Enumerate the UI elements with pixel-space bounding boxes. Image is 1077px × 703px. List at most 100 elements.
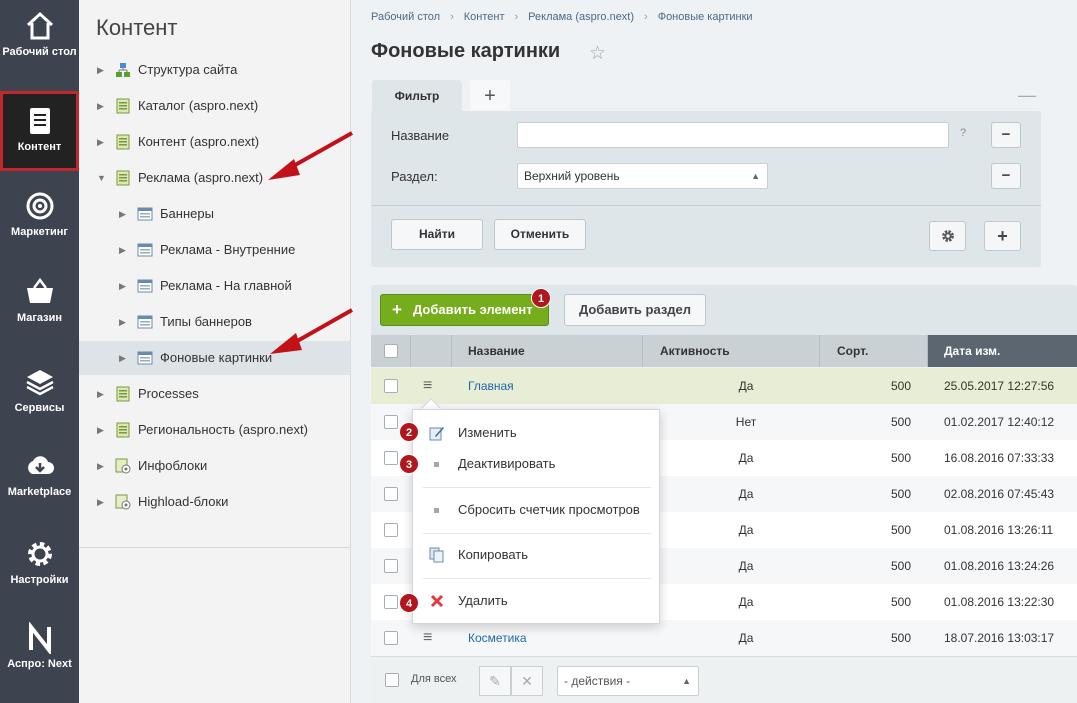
add-filter-tab-button[interactable]: +: [470, 80, 510, 112]
find-button[interactable]: Найти: [391, 219, 483, 250]
table-row[interactable]: ≡ Главная Да 500 25.05.2017 12:27:56: [371, 368, 1077, 404]
tree-item-label: Реклама - Внутренние: [160, 242, 296, 257]
chevron-down-icon[interactable]: ▼: [97, 161, 106, 195]
add-element-button[interactable]: + Добавить элемент: [380, 294, 549, 326]
row-date: 25.05.2017 12:27:56: [944, 379, 1055, 393]
delete-selected-button[interactable]: ✕: [511, 666, 543, 696]
tree-item[interactable]: ▶ Фоновые картинки: [79, 341, 350, 375]
menu-item-edit-label: Изменить: [458, 425, 517, 440]
tree-item[interactable]: ▶ Контент (aspro.next): [79, 125, 350, 159]
chevron-right-icon[interactable]: ▶: [97, 449, 104, 483]
cancel-button[interactable]: Отменить: [494, 219, 586, 250]
tree-item[interactable]: ▶ Реклама - Внутренние: [79, 233, 350, 267]
column-header-name[interactable]: Название: [452, 335, 643, 367]
row-checkbox[interactable]: [384, 631, 398, 645]
step-badge: 2: [399, 422, 419, 442]
tree-item[interactable]: ▶ Типы баннеров: [79, 305, 350, 339]
table-row[interactable]: ≡ Косметика Да 500 18.07.2016 13:03:17: [371, 620, 1077, 656]
filter-settings-button[interactable]: [929, 221, 966, 251]
chevron-right-icon[interactable]: ▶: [119, 269, 126, 303]
edit-selected-button[interactable]: ✎: [479, 666, 511, 696]
breadcrumb-item[interactable]: Фоновые картинки: [658, 11, 753, 23]
minimize-filter-icon[interactable]: —: [1018, 85, 1036, 106]
tree-item[interactable]: ▶ Баннеры: [79, 197, 350, 231]
tree-item[interactable]: ▶ Каталог (aspro.next): [79, 89, 350, 123]
row-date: 01.08.2016 13:24:26: [944, 559, 1055, 573]
name-filter-input[interactable]: [517, 122, 949, 148]
chevron-right-icon[interactable]: ▶: [119, 341, 126, 375]
row-checkbox[interactable]: [384, 595, 398, 609]
nav-services[interactable]: Сервисы: [0, 366, 79, 426]
select-all-checkbox[interactable]: [384, 344, 398, 358]
chevron-right-icon[interactable]: ▶: [119, 233, 126, 267]
remove-section-filter-button[interactable]: −: [991, 163, 1021, 189]
tree-item[interactable]: ▶ Highload-блоки: [79, 485, 350, 519]
breadcrumb-item[interactable]: Реклама (aspro.next): [528, 11, 634, 23]
group-actions-select[interactable]: - действия - ▲: [557, 666, 699, 696]
nav-aspro-next[interactable]: Аспро: Next: [0, 622, 79, 682]
section-filter-select[interactable]: Верхний уровень ▲: [517, 163, 768, 189]
row-checkbox[interactable]: [384, 451, 398, 465]
menu-item-edit[interactable]: Изменить: [413, 419, 661, 447]
tree-item-label: Контент (aspro.next): [138, 134, 260, 149]
tab-filter[interactable]: Фильтр: [372, 80, 462, 112]
row-checkbox[interactable]: [384, 559, 398, 573]
row-activity: Да: [738, 451, 754, 465]
menu-divider: [423, 487, 651, 488]
help-icon[interactable]: ?: [960, 127, 966, 139]
document-icon: [29, 108, 50, 134]
pencil-icon: ✎: [489, 673, 501, 689]
breadcrumb-item[interactable]: Контент: [464, 11, 505, 23]
row-name-link[interactable]: Косметика: [468, 620, 527, 656]
menu-item-reset-label: Сбросить счетчик просмотров: [458, 502, 640, 517]
chevron-right-icon[interactable]: ▶: [97, 53, 104, 87]
nav-desktop[interactable]: Рабочий стол: [0, 10, 79, 80]
breadcrumb-item[interactable]: Рабочий стол: [371, 11, 440, 23]
chevron-right-icon[interactable]: ▶: [97, 125, 104, 159]
chevron-right-icon[interactable]: ▶: [97, 89, 104, 123]
menu-item-delete[interactable]: Удалить: [413, 587, 661, 615]
add-element-label: Добавить элемент: [413, 302, 533, 317]
row-sort: 500: [891, 487, 912, 501]
chevron-right-icon[interactable]: ▶: [97, 485, 104, 519]
chevron-right-icon[interactable]: ▶: [119, 197, 126, 231]
chevron-right-icon[interactable]: ▶: [97, 413, 104, 447]
add-section-button[interactable]: Добавить раздел: [564, 294, 706, 326]
row-name-link[interactable]: Главная: [468, 368, 514, 404]
tree-item[interactable]: ▶ Инфоблоки: [79, 449, 350, 483]
row-checkbox[interactable]: [384, 379, 398, 393]
nav-settings[interactable]: Настройки: [0, 538, 79, 598]
column-header-sort[interactable]: Сорт.: [820, 335, 928, 367]
for-all-checkbox[interactable]: [385, 673, 399, 687]
nav-content[interactable]: Контент: [0, 91, 79, 171]
tree-item[interactable]: ▶ Региональность (aspro.next): [79, 413, 350, 447]
menu-item-copy[interactable]: Копировать: [413, 541, 661, 569]
tree-item-label: Типы баннеров: [160, 314, 252, 329]
row-menu-icon[interactable]: ≡: [423, 620, 432, 656]
nav-shop[interactable]: Магазин: [0, 276, 79, 336]
tree-divider: [79, 547, 350, 548]
menu-item-deactivate[interactable]: Деактивировать: [413, 450, 661, 478]
row-activity: Да: [738, 379, 754, 393]
favorite-star-icon[interactable]: ☆: [589, 42, 606, 65]
nav-marketing[interactable]: Маркетинг: [0, 190, 79, 250]
row-checkbox[interactable]: [384, 487, 398, 501]
tree-item[interactable]: ▶ Реклама - На главной: [79, 269, 350, 303]
remove-name-filter-button[interactable]: −: [991, 122, 1021, 148]
row-checkbox[interactable]: [384, 523, 398, 537]
column-header-date[interactable]: Дата изм.: [928, 335, 1077, 367]
column-header-activity[interactable]: Активность: [643, 335, 820, 367]
row-checkbox[interactable]: [384, 415, 398, 429]
iblock-type-icon: [116, 170, 130, 186]
tree-item[interactable]: ▶ Структура сайта: [79, 53, 350, 87]
menu-item-reset-counter[interactable]: Сбросить счетчик просмотров: [413, 496, 661, 524]
nav-content-label: Контент: [17, 141, 62, 153]
tree-item[interactable]: ▼ Реклама (aspro.next): [79, 161, 350, 195]
row-sort: 500: [891, 523, 912, 537]
chevron-right-icon[interactable]: ▶: [119, 305, 126, 339]
tree-item-label: Каталог (aspro.next): [138, 98, 259, 113]
add-filter-field-button[interactable]: +: [984, 221, 1021, 251]
nav-marketplace[interactable]: Marketplace: [0, 450, 79, 510]
chevron-right-icon[interactable]: ▶: [97, 377, 104, 411]
tree-item[interactable]: ▶ Processes: [79, 377, 350, 411]
